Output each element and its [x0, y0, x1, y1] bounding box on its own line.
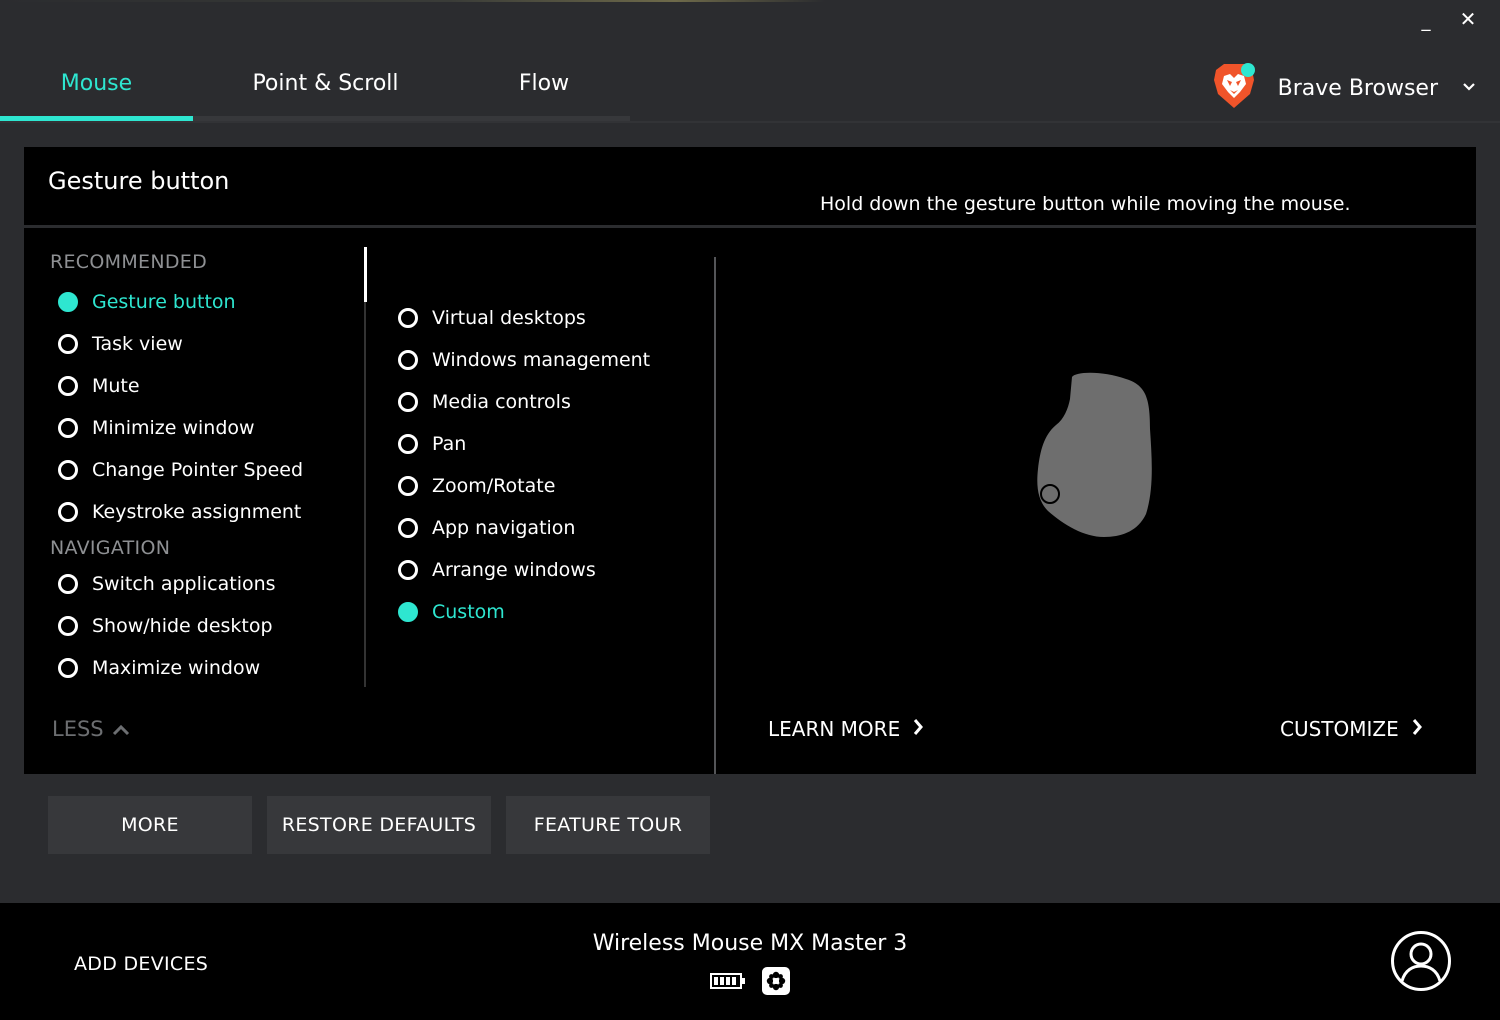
- option-windows-management[interactable]: Windows management: [390, 339, 710, 381]
- chevron-right-icon: [912, 717, 924, 741]
- option-minimize-window[interactable]: Minimize window: [50, 407, 370, 449]
- radio-icon: [58, 616, 78, 636]
- learn-more-link[interactable]: LEARN MORE: [768, 717, 924, 741]
- option-label: Show/hide desktop: [92, 615, 273, 637]
- application-selector[interactable]: Brave Browser: [1210, 60, 1476, 116]
- panel-description: Hold down the gesture button while movin…: [820, 193, 1351, 215]
- option-label: Virtual desktops: [432, 307, 586, 329]
- add-devices-button[interactable]: ADD DEVICES: [74, 953, 208, 975]
- radio-icon: [58, 376, 78, 396]
- brave-lion-icon: [1210, 62, 1258, 114]
- option-pan[interactable]: Pan: [390, 423, 710, 465]
- option-label: Change Pointer Speed: [92, 459, 304, 481]
- option-label: Mute: [92, 375, 140, 397]
- customize-link[interactable]: CUSTOMIZE: [1280, 717, 1423, 741]
- close-button[interactable]: ✕: [1458, 6, 1478, 32]
- option-label: Task view: [92, 333, 183, 355]
- device-name: Wireless Mouse MX Master 3: [592, 931, 908, 956]
- radio-icon: [398, 434, 418, 454]
- unifying-receiver-icon: [762, 967, 790, 999]
- radio-icon: [58, 658, 78, 678]
- option-zoom-rotate[interactable]: Zoom/Rotate: [390, 465, 710, 507]
- option-label: Keystroke assignment: [92, 501, 302, 523]
- option-custom[interactable]: Custom: [390, 591, 710, 633]
- option-label: Pan: [432, 433, 467, 455]
- option-task-view[interactable]: Task view: [50, 323, 370, 365]
- option-label: Minimize window: [92, 417, 255, 439]
- radio-icon: [398, 518, 418, 538]
- customize-label: CUSTOMIZE: [1280, 717, 1399, 741]
- radio-icon: [58, 460, 78, 480]
- panel-title: Gesture button: [48, 167, 230, 195]
- gesture-options-list: Virtual desktops Windows management Medi…: [390, 297, 710, 633]
- account-icon[interactable]: [1390, 930, 1452, 992]
- option-label: Custom: [432, 601, 505, 623]
- restore-defaults-button[interactable]: RESTORE DEFAULTS: [267, 796, 491, 854]
- list-scrollbar-track: [364, 247, 366, 687]
- radio-icon: [398, 350, 418, 370]
- chevron-down-icon: [1462, 80, 1476, 96]
- tab-flow[interactable]: Flow: [458, 48, 630, 118]
- panel-divider: [24, 225, 1476, 228]
- device-footer: ADD DEVICES Wireless Mouse MX Master 3: [0, 903, 1500, 1020]
- option-label: Maximize window: [92, 657, 261, 679]
- main-tabs: Mouse Point & Scroll Flow: [0, 48, 630, 122]
- option-show-hide-desktop[interactable]: Show/hide desktop: [50, 605, 370, 647]
- chevron-up-icon: [112, 717, 130, 741]
- device-status-icons: [710, 967, 790, 999]
- radio-selected-icon: [58, 292, 78, 312]
- learn-more-label: LEARN MORE: [768, 717, 901, 741]
- option-mute[interactable]: Mute: [50, 365, 370, 407]
- option-label: Media controls: [432, 391, 571, 413]
- chevron-right-icon: [1411, 717, 1423, 741]
- battery-icon: [710, 972, 746, 994]
- option-label: Gesture button: [92, 291, 236, 313]
- option-arrange-windows[interactable]: Arrange windows: [390, 549, 710, 591]
- radio-icon: [58, 418, 78, 438]
- radio-icon: [398, 476, 418, 496]
- window-controls: _ ✕: [1416, 6, 1478, 32]
- radio-icon: [398, 308, 418, 328]
- radio-icon: [58, 502, 78, 522]
- action-panel: Gesture button Hold down the gesture but…: [24, 147, 1476, 774]
- option-label: App navigation: [432, 517, 576, 539]
- radio-selected-icon: [398, 602, 418, 622]
- option-label: Zoom/Rotate: [432, 475, 556, 497]
- more-button[interactable]: MORE: [48, 796, 252, 854]
- top-accent-line: [0, 0, 1500, 2]
- feature-tour-button[interactable]: FEATURE TOUR: [506, 796, 710, 854]
- option-media-controls[interactable]: Media controls: [390, 381, 710, 423]
- option-keystroke-assignment[interactable]: Keystroke assignment: [50, 491, 370, 533]
- option-app-navigation[interactable]: App navigation: [390, 507, 710, 549]
- section-heading-recommended: RECOMMENDED: [50, 251, 207, 273]
- radio-icon: [398, 560, 418, 580]
- mouse-illustration-icon: [1034, 369, 1159, 539]
- section-heading-navigation: NAVIGATION: [50, 537, 171, 559]
- column-divider: [714, 257, 716, 774]
- option-label: Arrange windows: [432, 559, 596, 581]
- less-toggle[interactable]: LESS: [52, 717, 130, 741]
- list-scrollbar-thumb[interactable]: [364, 247, 367, 302]
- option-label: Windows management: [432, 349, 651, 371]
- header-divider: [0, 121, 1500, 123]
- radio-icon: [58, 334, 78, 354]
- option-label: Switch applications: [92, 573, 276, 595]
- option-virtual-desktops[interactable]: Virtual desktops: [390, 297, 710, 339]
- option-change-pointer-speed[interactable]: Change Pointer Speed: [50, 449, 370, 491]
- application-name: Brave Browser: [1277, 75, 1438, 101]
- radio-icon: [58, 574, 78, 594]
- tab-mouse[interactable]: Mouse: [0, 48, 193, 118]
- radio-icon: [398, 392, 418, 412]
- option-maximize-window[interactable]: Maximize window: [50, 647, 370, 689]
- minimize-button[interactable]: _: [1416, 6, 1436, 32]
- less-label: LESS: [52, 717, 104, 741]
- option-gesture-button[interactable]: Gesture button: [50, 281, 370, 323]
- tab-point-scroll[interactable]: Point & Scroll: [193, 48, 458, 118]
- option-switch-applications[interactable]: Switch applications: [50, 563, 370, 605]
- action-list: RECOMMENDED Gesture button Task view Mut…: [50, 247, 370, 689]
